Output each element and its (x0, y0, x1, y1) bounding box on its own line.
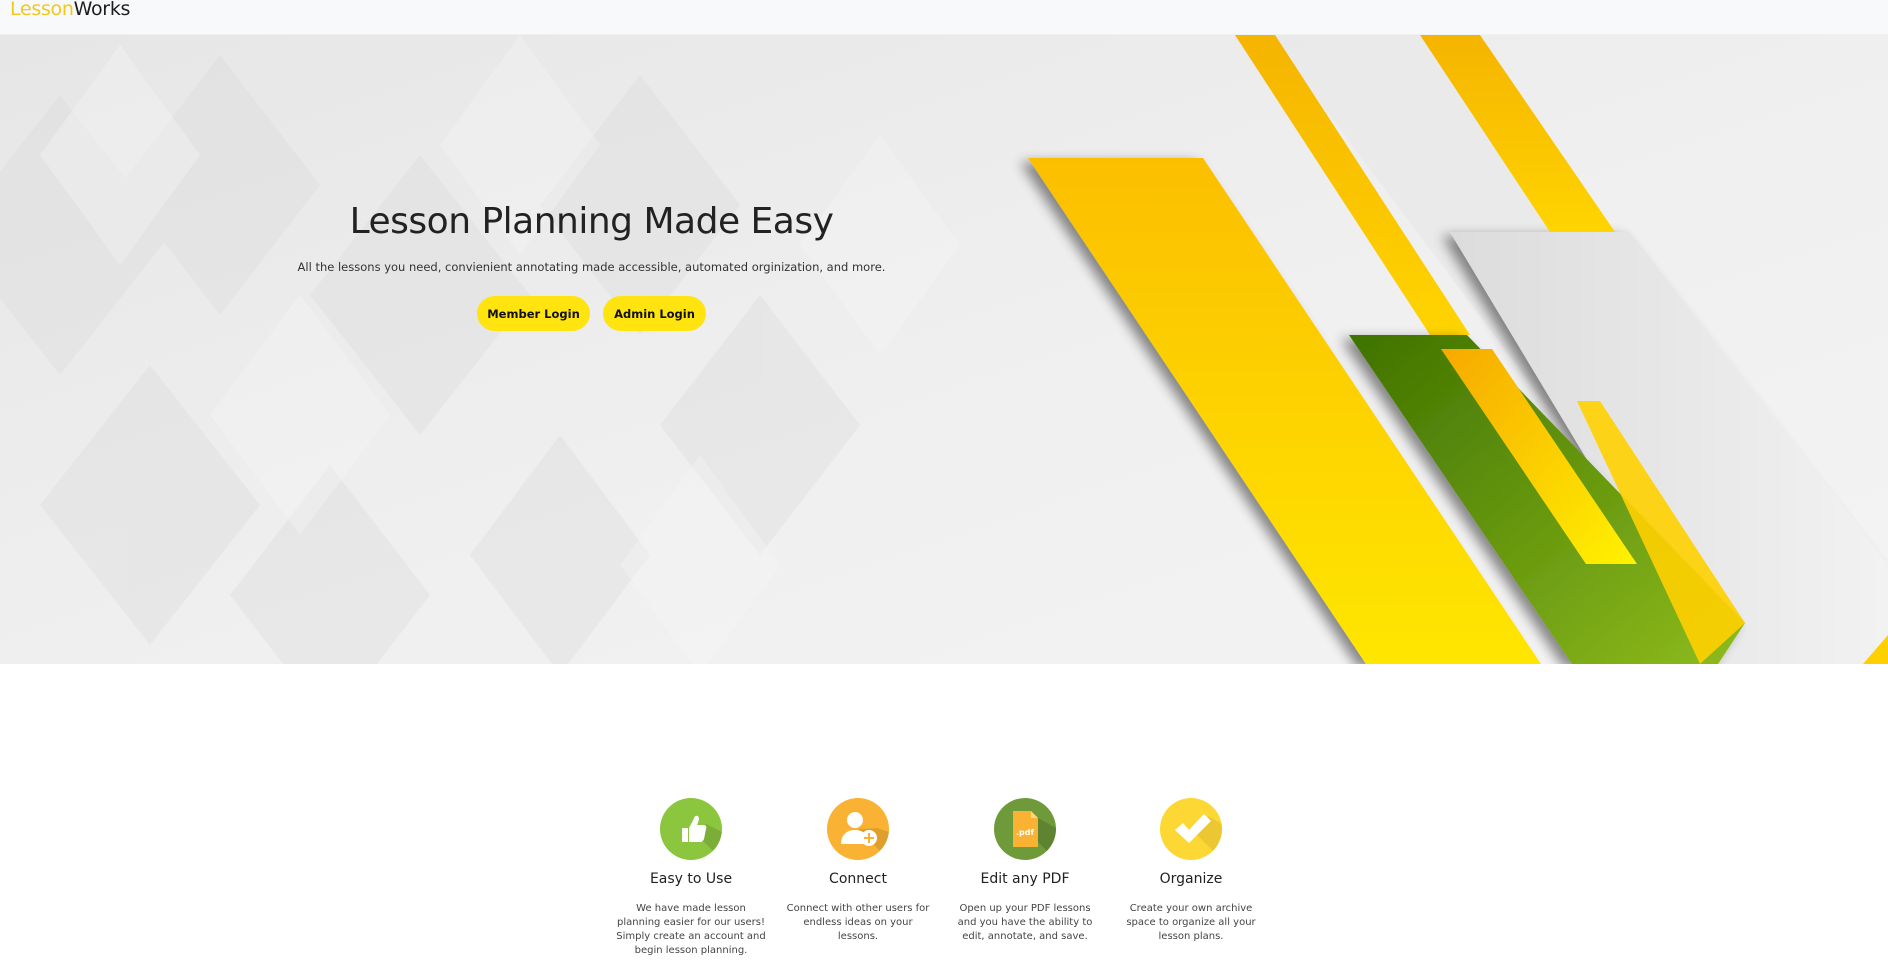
feature-description: Open up your PDF lessons and you have th… (957, 903, 1093, 942)
hero-background-graphic (0, 35, 1888, 664)
feature-description: Create your own archive space to organiz… (1126, 903, 1256, 942)
svg-text:.pdf: .pdf (1016, 828, 1034, 837)
add-user-icon (827, 798, 889, 860)
thumbs-up-icon (660, 798, 722, 860)
feature-connect: Connect Connect with other users for end… (783, 798, 933, 944)
brand-part-works: Works (73, 0, 131, 20)
feature-title: Easy to Use (649, 871, 733, 887)
pdf-file-icon: .pdf (994, 798, 1056, 860)
navbar: LessonWorks (0, 0, 1888, 35)
feature-title: Organize (1159, 871, 1223, 887)
checkmark-icon (1160, 798, 1222, 860)
feature-title: Edit any PDF (980, 871, 1070, 887)
hero-title: Lesson Planning Made Easy (349, 201, 834, 242)
feature-description: Connect with other users for endless ide… (786, 903, 930, 942)
brand-logo-link[interactable]: LessonWorks (10, 0, 130, 20)
feature-title: Connect (829, 871, 887, 887)
member-login-button[interactable]: Member Login (477, 296, 590, 331)
brand-part-lesson: Lesson (10, 0, 74, 20)
hero-section: Lesson Planning Made Easy All the lesson… (0, 35, 1888, 664)
feature-description: We have made lesson planning easier for … (616, 903, 766, 956)
feature-edit-pdf: .pdf Edit any PDF Open up your PDF lesso… (950, 798, 1100, 944)
hero-subtitle: All the lessons you need, convienient an… (297, 260, 886, 274)
feature-easy-to-use: Easy to Use We have made lesson planning… (616, 798, 766, 958)
feature-organize: Organize Create your own archive space t… (1116, 798, 1266, 944)
admin-login-button[interactable]: Admin Login (603, 296, 706, 331)
